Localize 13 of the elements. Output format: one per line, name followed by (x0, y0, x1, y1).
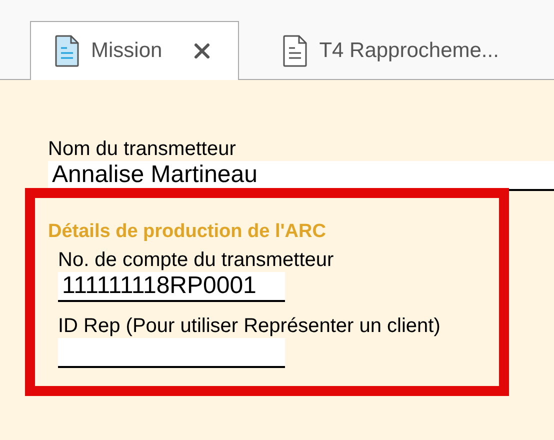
tab[interactable]: T4 Rapprocheme... (259, 21, 523, 80)
text-field[interactable] (58, 338, 285, 368)
tab-label: T4 Rapprocheme... (319, 38, 499, 64)
text-field[interactable]: 111111118RP0001 (58, 272, 285, 302)
tab-label: Mission (91, 38, 162, 64)
field-label: No. de compte du transmetteur (58, 248, 335, 272)
text-field[interactable]: Annalise Martineau (48, 161, 554, 191)
document-icon (283, 34, 308, 66)
document-icon (55, 35, 79, 67)
field-label: Nom du transmetteur (48, 137, 237, 161)
field-label: ID Rep (Pour utiliser Représenter un client) (58, 314, 442, 338)
tab[interactable]: Mission (30, 21, 240, 80)
section-title: Détails de production de l'ARC (48, 220, 327, 244)
